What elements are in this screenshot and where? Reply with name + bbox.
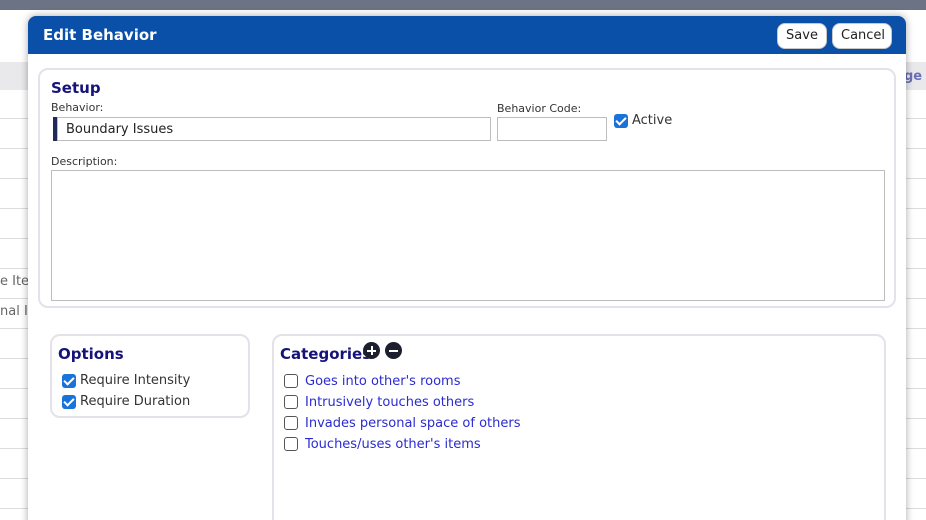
edit-behavior-dialog: Edit Behavior Save Cancel Setup Behavior… (28, 16, 906, 520)
dialog-title: Edit Behavior (43, 26, 157, 44)
options-panel: Options Require Intensity Require Durati… (50, 334, 250, 418)
plus-circle-icon[interactable] (363, 342, 380, 359)
categories-panel: Categories Goes into other's rooms Intru… (272, 334, 886, 520)
require-duration-checkbox[interactable] (62, 395, 76, 409)
require-intensity-checkbox[interactable] (62, 374, 76, 388)
cancel-button[interactable]: Cancel (832, 23, 892, 49)
category-checkbox[interactable] (284, 395, 298, 409)
behavior-input[interactable] (57, 117, 491, 141)
category-label[interactable]: Touches/uses other's items (305, 437, 481, 452)
category-label[interactable]: Goes into other's rooms (305, 374, 460, 389)
minus-circle-icon[interactable] (385, 342, 402, 359)
background-row-fragment: nal I (0, 304, 28, 319)
categories-title: Categories (280, 345, 372, 363)
save-button[interactable]: Save (777, 23, 827, 49)
description-label: Description: (51, 155, 118, 168)
behavior-label: Behavior: (51, 101, 104, 114)
description-textarea[interactable] (51, 170, 885, 301)
options-title: Options (58, 345, 124, 363)
category-checkbox[interactable] (284, 437, 298, 451)
category-label[interactable]: Intrusively touches others (305, 395, 474, 410)
background-top-bar (0, 0, 926, 10)
background-row-fragment: e Ite (0, 274, 30, 289)
dialog-title-bar: Edit Behavior Save Cancel (28, 16, 906, 54)
setup-panel: Setup Behavior: Behavior Code: Active De… (38, 68, 896, 308)
category-checkbox[interactable] (284, 416, 298, 430)
active-checkbox[interactable] (614, 114, 628, 128)
category-checkbox[interactable] (284, 374, 298, 388)
setup-title: Setup (51, 79, 101, 97)
background-header-fragment: ge (904, 69, 923, 84)
active-label: Active (632, 113, 673, 128)
require-duration-label: Require Duration (80, 394, 191, 409)
behavior-code-input[interactable] (497, 117, 607, 141)
behavior-code-label: Behavior Code: (497, 102, 582, 115)
require-intensity-label: Require Intensity (80, 373, 191, 388)
category-label[interactable]: Invades personal space of others (305, 416, 521, 431)
